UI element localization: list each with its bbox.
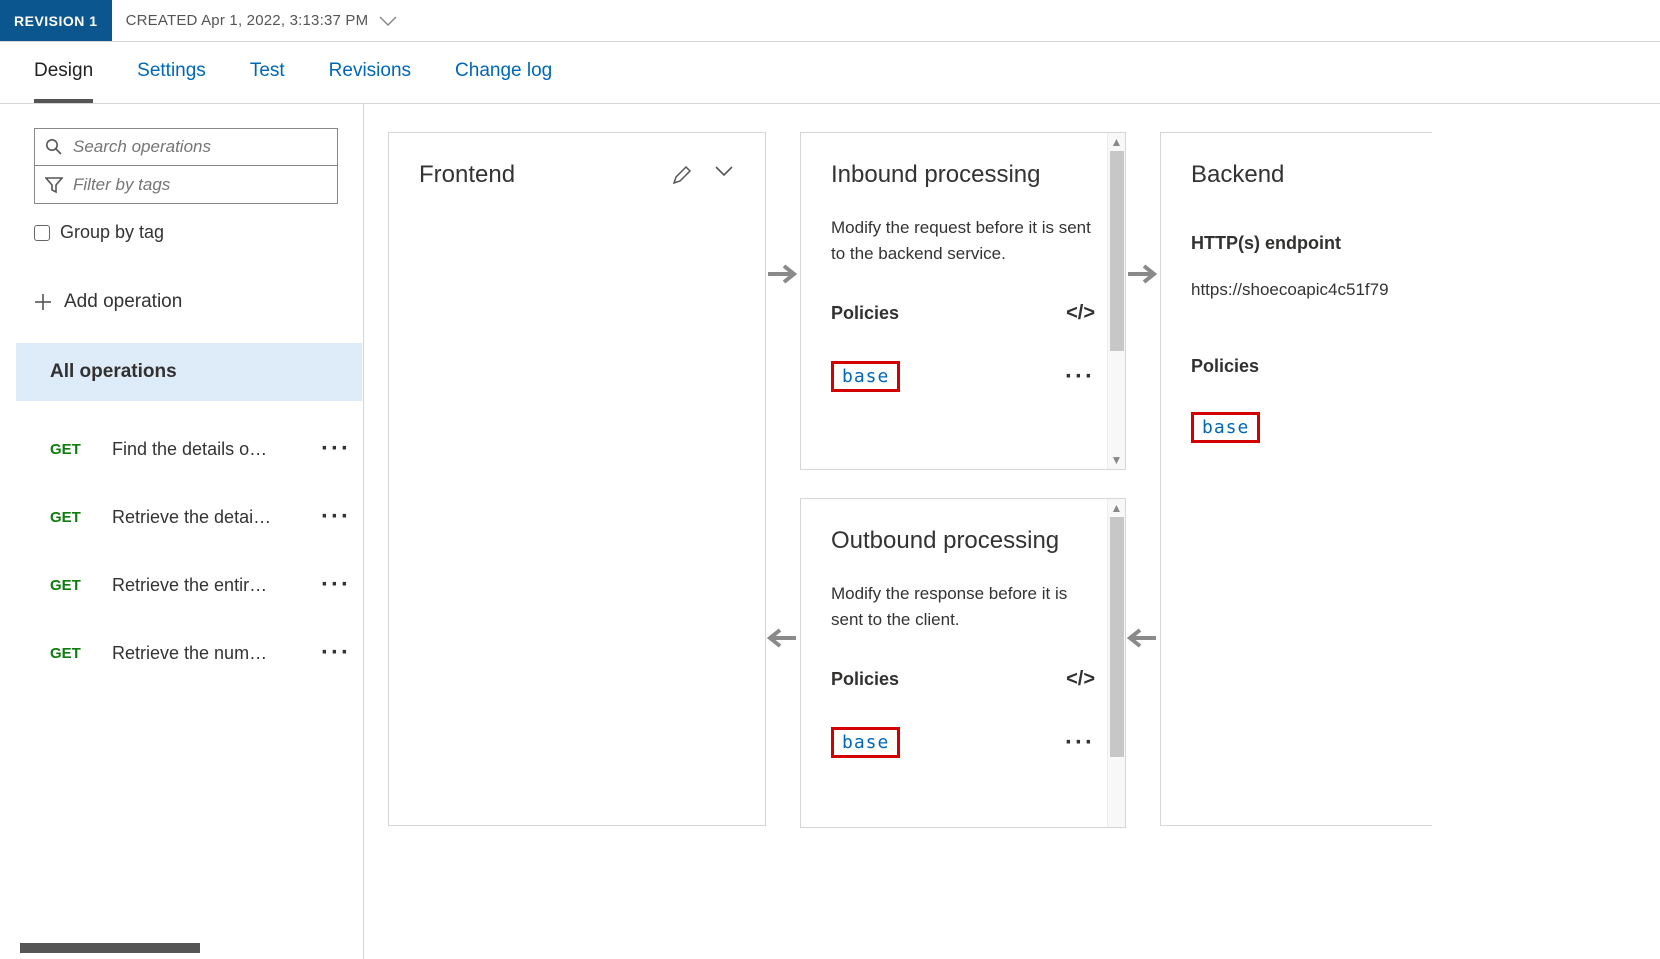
- group-by-tag-checkbox[interactable]: [34, 225, 50, 241]
- tab-test[interactable]: Test: [250, 60, 285, 103]
- tab-settings[interactable]: Settings: [137, 60, 206, 103]
- operation-name: Retrieve the detai…: [112, 507, 301, 528]
- inbound-card: Inbound processing Modify the request be…: [800, 132, 1126, 470]
- operation-name: Retrieve the num…: [112, 643, 301, 664]
- operations-list: GET Find the details o… ··· GET Retrieve…: [0, 415, 363, 687]
- search-input[interactable]: [73, 137, 327, 157]
- plus-icon: [34, 293, 52, 311]
- operation-name: Retrieve the entir…: [112, 575, 301, 596]
- operation-row[interactable]: GET Find the details o… ···: [16, 415, 363, 483]
- more-icon[interactable]: ···: [321, 435, 351, 463]
- method-badge: GET: [50, 645, 92, 662]
- method-badge: GET: [50, 577, 92, 594]
- outbound-policies-label: Policies: [831, 669, 899, 690]
- revision-label: REVISION 1: [14, 13, 98, 29]
- code-icon[interactable]: </>: [1066, 668, 1095, 691]
- inbound-scrollbar[interactable]: ▲ ▼: [1107, 133, 1125, 469]
- revision-badge[interactable]: REVISION 1: [0, 0, 112, 41]
- tab-design[interactable]: Design: [34, 60, 93, 103]
- arrow-right-icon: [766, 262, 798, 286]
- more-icon[interactable]: ···: [321, 503, 351, 531]
- backend-title: Backend: [1191, 161, 1402, 189]
- more-icon[interactable]: ···: [321, 639, 351, 667]
- outbound-desc: Modify the response before it is sent to…: [831, 581, 1095, 632]
- sidebar-scrollbar-thumb[interactable]: [20, 943, 200, 953]
- operation-row[interactable]: GET Retrieve the num… ···: [16, 619, 363, 687]
- more-icon[interactable]: ···: [1065, 729, 1095, 757]
- backend-policies-label: Policies: [1191, 356, 1402, 377]
- search-operations-box[interactable]: [34, 128, 338, 166]
- all-operations-label: All operations: [50, 361, 177, 382]
- all-operations-item[interactable]: All operations: [16, 343, 362, 401]
- arrow-left-icon: [1126, 626, 1158, 650]
- frontend-card: Frontend: [388, 132, 766, 826]
- operation-row[interactable]: GET Retrieve the detai… ···: [16, 483, 363, 551]
- backend-endpoint-url: https://shoecoapic4c51f79: [1191, 280, 1402, 300]
- backend-card: Backend HTTP(s) endpoint https://shoecoa…: [1160, 132, 1432, 826]
- scroll-down-icon[interactable]: ▼: [1111, 451, 1123, 469]
- scroll-thumb[interactable]: [1110, 151, 1124, 351]
- operations-sidebar: Group by tag Add operation All operation…: [0, 104, 364, 959]
- more-icon[interactable]: ···: [321, 571, 351, 599]
- chevron-down-icon[interactable]: [378, 15, 398, 27]
- revision-header: REVISION 1 CREATED Apr 1, 2022, 3:13:37 …: [0, 0, 1660, 42]
- filter-input[interactable]: [73, 175, 327, 195]
- processing-column: Inbound processing Modify the request be…: [800, 132, 1126, 949]
- operation-row[interactable]: GET Retrieve the entir… ···: [16, 551, 363, 619]
- add-operation-button[interactable]: Add operation: [34, 291, 339, 313]
- filter-tags-box[interactable]: [34, 166, 338, 204]
- outbound-title: Outbound processing: [831, 527, 1095, 555]
- group-by-tag-label: Group by tag: [60, 222, 164, 243]
- arrow-left-icon: [766, 626, 798, 650]
- method-badge: GET: [50, 509, 92, 526]
- edit-icon[interactable]: [671, 164, 693, 186]
- method-badge: GET: [50, 441, 92, 458]
- outbound-scrollbar[interactable]: ▲: [1107, 499, 1125, 827]
- backend-base-policy[interactable]: base: [1191, 412, 1260, 443]
- scroll-up-icon[interactable]: ▲: [1111, 133, 1123, 151]
- filter-icon: [45, 176, 63, 194]
- backend-endpoint-label: HTTP(s) endpoint: [1191, 233, 1402, 254]
- inbound-policies-label: Policies: [831, 303, 899, 324]
- inbound-base-policy[interactable]: base: [831, 361, 900, 392]
- scroll-up-icon[interactable]: ▲: [1111, 499, 1123, 517]
- tab-change-log[interactable]: Change log: [455, 60, 552, 103]
- chevron-down-icon[interactable]: [713, 164, 735, 186]
- code-icon[interactable]: </>: [1066, 302, 1095, 325]
- operation-name: Find the details o…: [112, 439, 301, 460]
- tab-bar: Design Settings Test Revisions Change lo…: [0, 42, 1660, 104]
- created-label: CREATED Apr 1, 2022, 3:13:37 PM: [126, 12, 369, 29]
- workspace: Group by tag Add operation All operation…: [0, 104, 1660, 959]
- frontend-title: Frontend: [419, 161, 515, 189]
- inbound-desc: Modify the request before it is sent to …: [831, 215, 1095, 266]
- add-operation-label: Add operation: [64, 291, 182, 313]
- scroll-thumb[interactable]: [1110, 517, 1124, 757]
- group-by-tag[interactable]: Group by tag: [34, 222, 339, 243]
- search-icon: [45, 138, 63, 156]
- inbound-title: Inbound processing: [831, 161, 1095, 189]
- design-surface: Frontend Inbound processing: [364, 104, 1660, 959]
- tab-revisions[interactable]: Revisions: [329, 60, 411, 103]
- arrow-right-icon: [1126, 262, 1158, 286]
- outbound-base-policy[interactable]: base: [831, 727, 900, 758]
- more-icon[interactable]: ···: [1065, 363, 1095, 391]
- outbound-card: Outbound processing Modify the response …: [800, 498, 1126, 828]
